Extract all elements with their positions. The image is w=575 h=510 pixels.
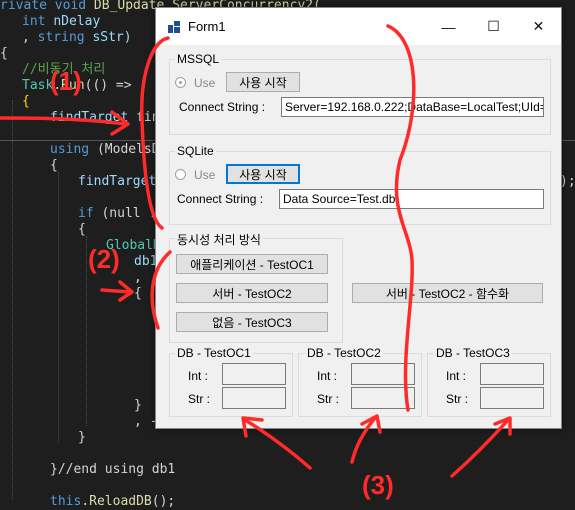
annotation-bracket-2 xyxy=(150,250,172,330)
annotation-arrow-3c xyxy=(450,418,510,478)
annotation-arrow-3a xyxy=(243,418,312,470)
annotation-bracket-right xyxy=(386,24,416,412)
annotation-label-3: (3) xyxy=(362,470,394,500)
annotation-label-1: (1) xyxy=(50,66,82,96)
annotation-arrow-1 xyxy=(0,116,127,126)
annotation-arrow-2 xyxy=(100,288,132,294)
annotation-bracket-1 xyxy=(140,36,170,230)
annotation-overlay xyxy=(0,24,512,478)
annotation-label-2: (2) xyxy=(88,244,120,274)
